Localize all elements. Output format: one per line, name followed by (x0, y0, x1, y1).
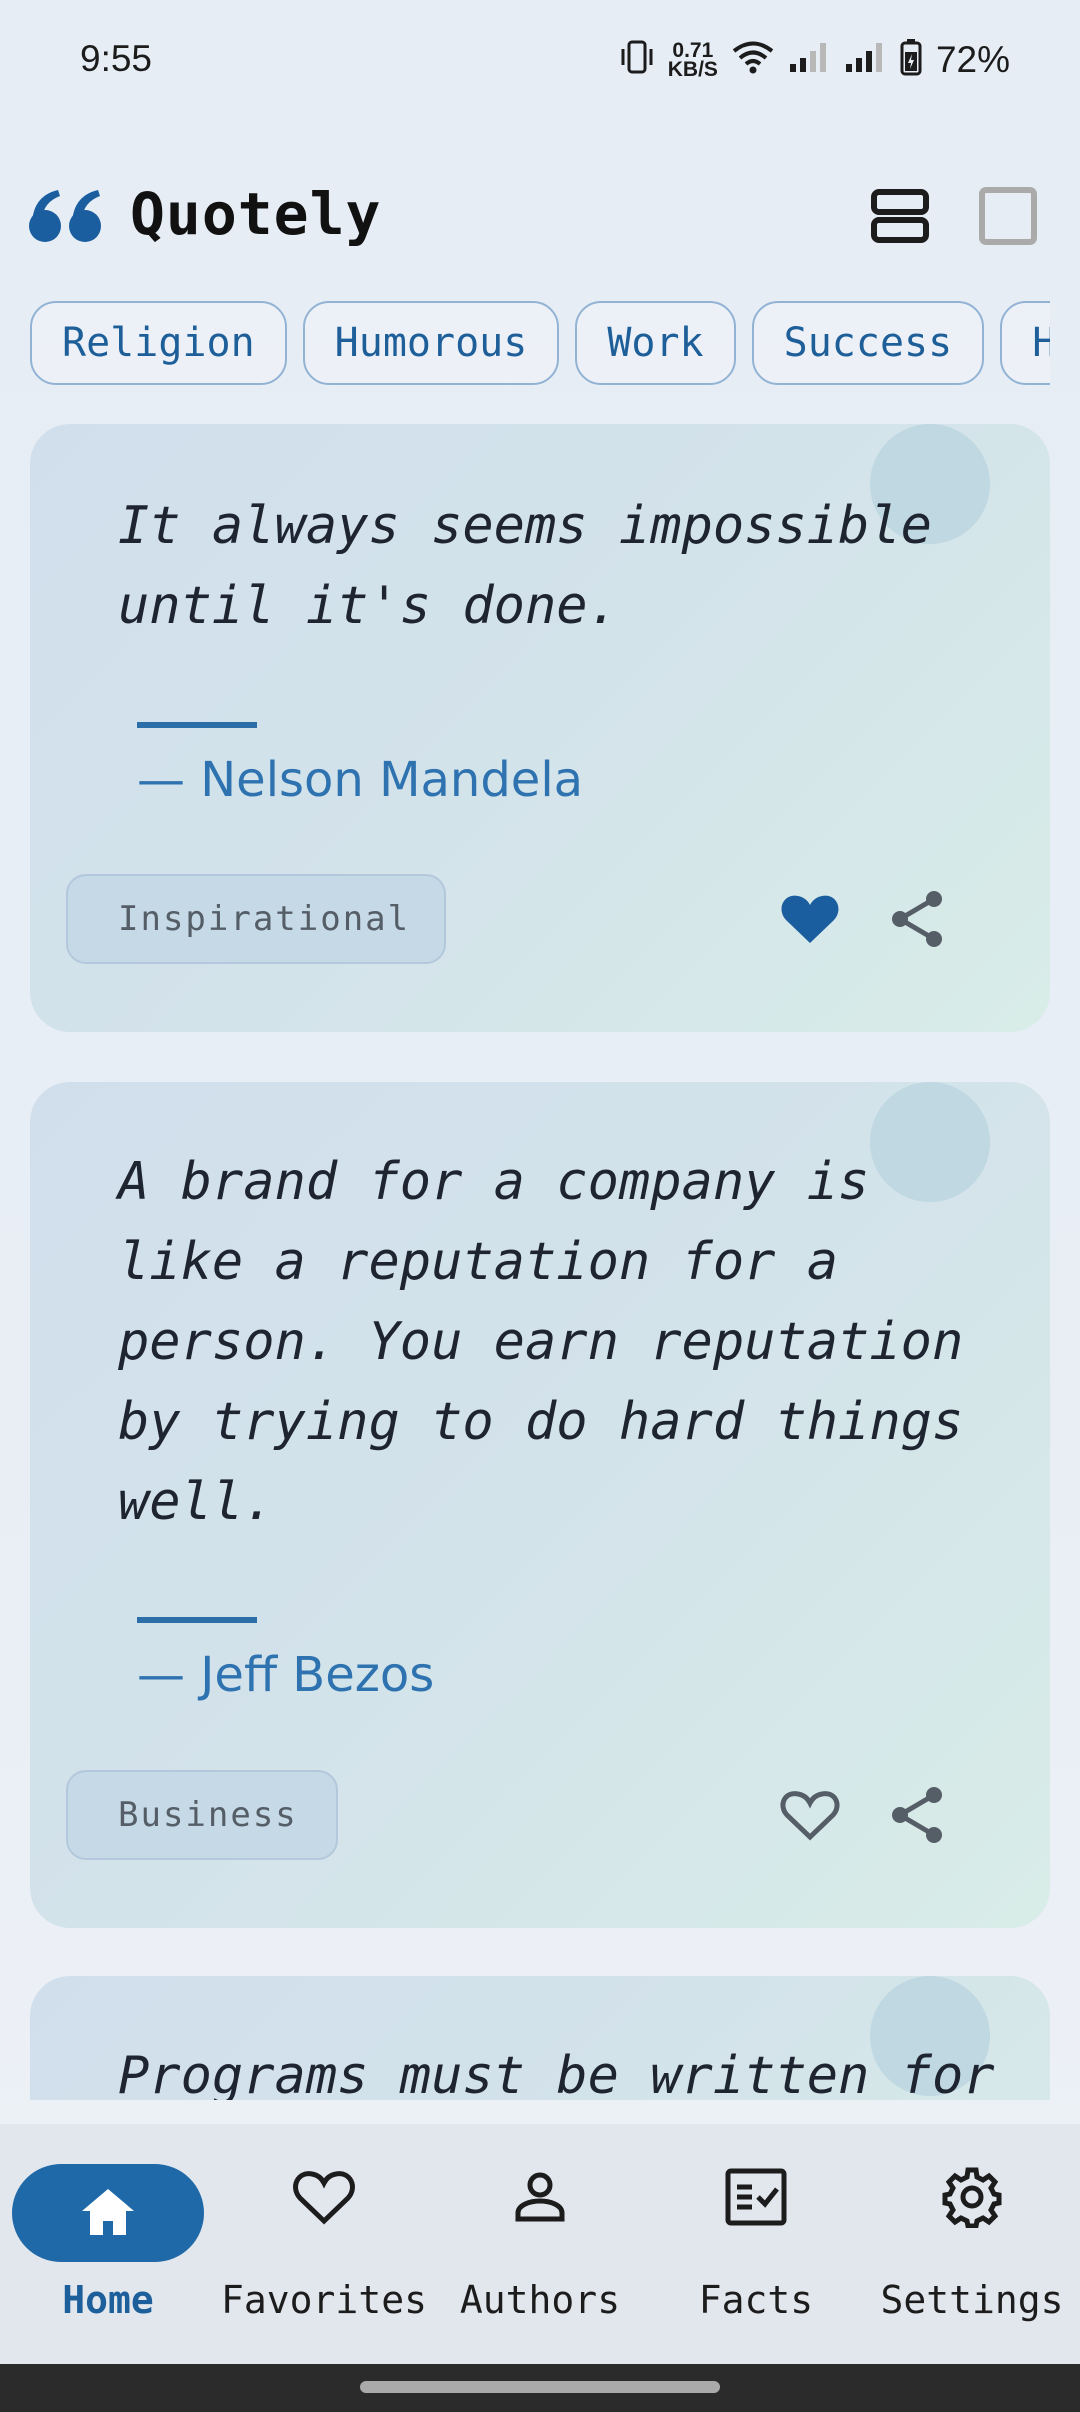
author-divider (137, 1617, 257, 1623)
nav-label-authors: Authors (459, 2278, 621, 2322)
network-speed-unit: KB/S (667, 57, 718, 81)
chip-humorous[interactable]: Humorous (302, 301, 560, 385)
fact-check-icon (723, 2164, 789, 2230)
nav-favorites[interactable]: Favorites (216, 2124, 432, 2364)
square-icon (979, 187, 1037, 245)
share-button[interactable] (886, 887, 950, 951)
favorite-button[interactable] (778, 1783, 842, 1847)
list-view-button[interactable] (868, 184, 932, 248)
chip-religion[interactable]: Religion (30, 301, 287, 385)
category-tag[interactable]: Business (66, 1770, 338, 1860)
nav-facts[interactable]: Facts (648, 2124, 864, 2364)
quote-author[interactable]: — Jeff Bezos (137, 1647, 434, 1703)
quote-author[interactable]: — Nelson Mandela (137, 752, 583, 808)
home-icon (75, 2180, 141, 2246)
nav-label-home: Home (62, 2278, 154, 2322)
network-speed: 0.71 KB/S (667, 38, 718, 81)
quote-logo-icon (28, 186, 104, 250)
single-view-button[interactable] (976, 184, 1040, 248)
battery-percent: 72% (935, 38, 1010, 80)
gear-icon (939, 2164, 1005, 2230)
app-title: Quotely (130, 180, 382, 248)
network-speed-value: 0.71 (672, 38, 714, 62)
nav-settings[interactable]: Settings (864, 2124, 1080, 2364)
quote-feed[interactable]: It always seems impossible until it's do… (0, 424, 1080, 2100)
quote-card: Programs must be written for (30, 1976, 1050, 2100)
signal-icon-2 (844, 40, 886, 79)
quote-text: Programs must be written for (118, 2046, 995, 2100)
view-agenda-icon (871, 189, 929, 243)
share-icon (892, 891, 942, 947)
quote-card: A brand for a company is like a reputati… (30, 1082, 1050, 1928)
status-time: 9:55 (80, 38, 153, 79)
nav-label-facts: Facts (698, 2278, 814, 2322)
wifi-icon (732, 40, 774, 79)
share-button[interactable] (886, 1783, 950, 1847)
author-divider (137, 722, 257, 728)
nav-authors[interactable]: Authors (432, 2124, 648, 2364)
battery-icon (900, 38, 922, 81)
heart-outline-icon (780, 1791, 840, 1841)
home-gesture-handle[interactable] (360, 2381, 720, 2393)
chip-success[interactable]: Success (751, 301, 985, 385)
chip-work[interactable]: Work (575, 301, 736, 385)
person-icon (507, 2164, 573, 2230)
nav-label-favorites: Favorites (221, 2278, 427, 2322)
heart-filled-icon (781, 895, 839, 943)
app-bar: Quotely (0, 160, 1080, 270)
vibrate-icon (620, 39, 654, 80)
share-icon (892, 1787, 942, 1843)
category-tag[interactable]: Inspirational (66, 874, 446, 964)
favorite-button[interactable] (778, 887, 842, 951)
category-chips: Religion Humorous Work Success H (30, 301, 1050, 391)
nav-home[interactable]: Home (0, 2124, 216, 2364)
bottom-navigation: Home Favorites Authors Facts Settings (0, 2124, 1080, 2364)
nav-label-settings: Settings (880, 2278, 1064, 2322)
chip-partial[interactable]: H (1000, 301, 1050, 385)
quote-text: A brand for a company is like a reputati… (118, 1152, 964, 1532)
quote-text: It always seems impossible until it's do… (118, 496, 932, 636)
status-icons: 0.71 KB/S 72% (620, 38, 1010, 81)
heart-icon (291, 2164, 357, 2230)
status-bar: 9:55 0.71 KB/S 72% (0, 0, 1080, 124)
signal-icon-1 (788, 40, 830, 79)
quote-card: It always seems impossible until it's do… (30, 424, 1050, 1032)
gesture-navigation-area (0, 2364, 1080, 2412)
